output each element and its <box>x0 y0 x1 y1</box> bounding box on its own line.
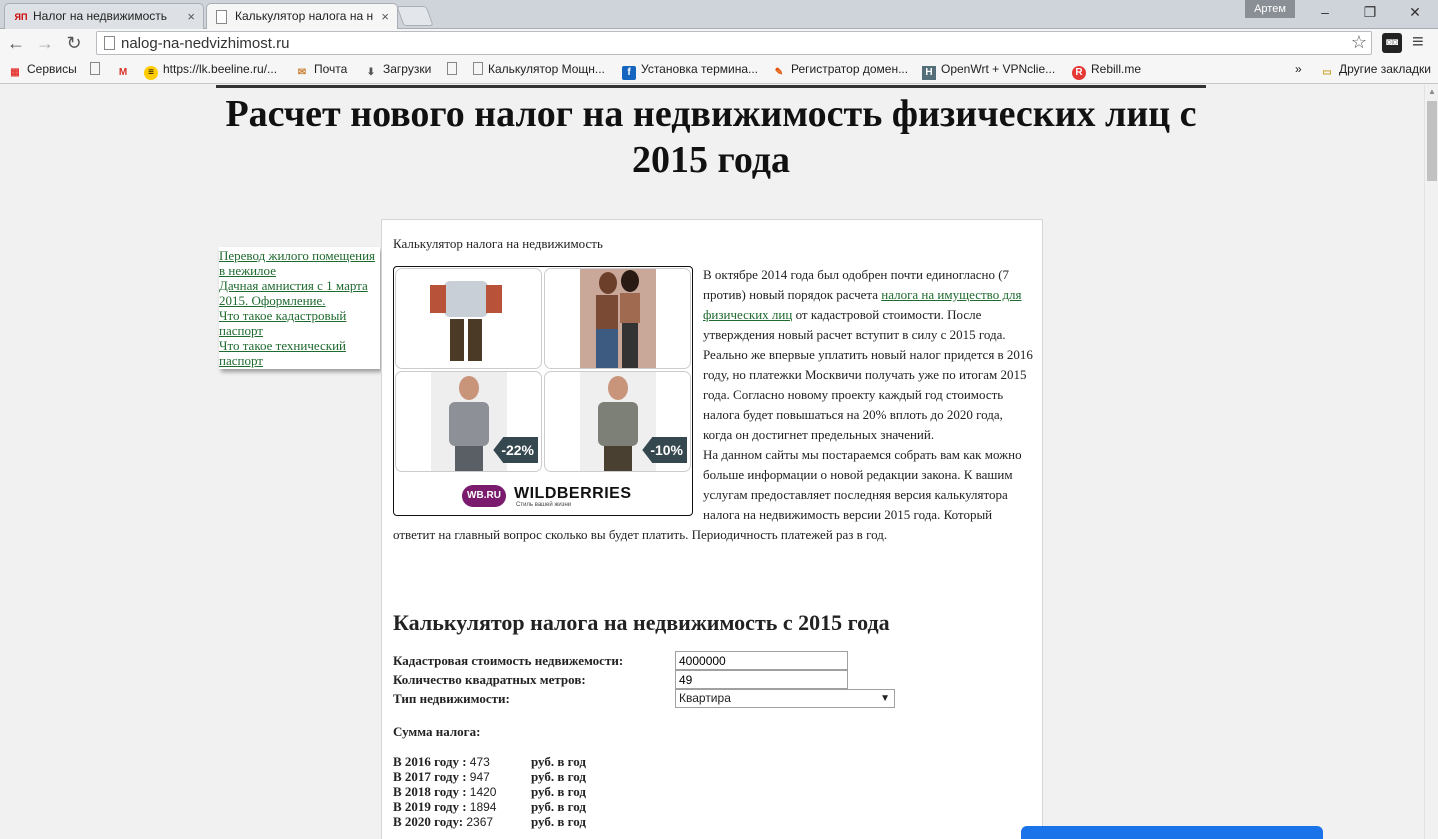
page-icon <box>447 62 457 75</box>
address-bar[interactable]: nalog-na-nedvizhimost.ru ☆ <box>96 31 1372 55</box>
bookmark-registrar[interactable]: ✎ Регистратор домен... <box>772 62 908 80</box>
article-text: от кадастровой стоимости. После утвержде… <box>703 307 1033 442</box>
new-tab-button[interactable] <box>396 6 434 26</box>
reload-icon[interactable]: ↻ <box>63 32 85 54</box>
beeline-icon: ≡ <box>144 66 158 80</box>
kids-outfit-image <box>430 281 502 361</box>
property-type-select[interactable]: Квартира ▼ <box>675 689 895 708</box>
online-chat-widget[interactable] <box>1021 826 1323 839</box>
profile-button[interactable]: Артем <box>1245 0 1295 18</box>
scrollbar-thumb[interactable] <box>1427 101 1437 181</box>
bookmark-page[interactable] <box>90 62 105 76</box>
mail-icon: ✉ <box>297 67 307 78</box>
tab-label: Налог на недвижимость <box>33 9 168 23</box>
bookmark-mail[interactable]: ✉ Почта <box>295 62 348 80</box>
man-sweater-image <box>580 372 656 471</box>
sidebar-link-dacha-amnesty[interactable]: Дачная амнистия с 1 марта 2015. Оформлен… <box>219 278 380 308</box>
bookmark-services[interactable]: ▦ Сервисы <box>8 62 76 80</box>
page-icon <box>104 36 115 50</box>
man-sweater-image <box>431 372 507 471</box>
tax-sum-title: Сумма налога: <box>393 724 481 739</box>
registrar-icon: ✎ <box>774 67 784 78</box>
tab-label: Калькулятор налога на н <box>235 9 374 23</box>
url-text: nalog-na-nedvizhimost.ru <box>121 35 290 52</box>
bookmarks-overflow-button[interactable]: » <box>1295 62 1302 76</box>
year-row: В 2018 году : 1420 руб. в год <box>393 784 586 799</box>
bookmark-openwrt[interactable]: H OpenWrt + VPNclie... <box>922 62 1055 80</box>
extension-icon[interactable]: ◙◙ <box>1382 33 1402 53</box>
folder-icon: ▭ <box>1322 67 1332 78</box>
f-icon: f <box>622 66 636 80</box>
form-row-cadastral: Кадастровая стоимость недвижемости: <box>393 651 913 670</box>
ad-product-kids-outfit[interactable] <box>395 268 542 369</box>
bookmark-rebill[interactable]: R Rebill.me <box>1072 62 1141 80</box>
ad-product-sweater-1[interactable]: -22% <box>395 371 542 472</box>
ad-product-lingerie[interactable] <box>544 268 691 369</box>
lead-text: Калькулятор налога на недвижимость <box>393 236 603 251</box>
bookmark-terminal[interactable]: f Установка термина... <box>622 62 758 80</box>
bookmark-calculator[interactable]: Калькулятор Мощн... <box>473 62 605 76</box>
bookmark-downloads[interactable]: ⬇ Загрузки <box>364 62 432 80</box>
couple-image <box>580 269 656 368</box>
apps-icon: ▦ <box>10 67 20 78</box>
minimize-icon[interactable]: – <box>1310 4 1340 20</box>
sidebar-menu: Перевод жилого помещения в нежилое Дачна… <box>219 247 380 369</box>
cadastral-value-input[interactable] <box>675 651 848 670</box>
page-scrollbar[interactable]: ▲ <box>1424 85 1438 839</box>
h-icon: H <box>922 66 936 80</box>
page-icon <box>473 62 483 75</box>
close-window-icon[interactable]: ✕ <box>1400 4 1430 21</box>
toolbar: ← → ↻ nalog-na-nedvizhimost.ru ☆ ◙◙ ≡ <box>0 29 1438 57</box>
yandex-icon: ЯП <box>14 12 28 22</box>
year-row: В 2019 году : 1894 руб. в год <box>393 799 586 814</box>
year-row: В 2016 году : 473 руб. в год <box>393 754 586 769</box>
page-icon <box>216 10 227 24</box>
year-row: В 2020 году: 2367 руб. в год <box>393 814 586 829</box>
field-label: Количество квадратных метров: <box>393 672 586 687</box>
page-viewport: Расчет нового налог на недвижимость физи… <box>0 85 1424 839</box>
main-content: Калькулятор налога на недвижимость В окт… <box>381 219 1043 839</box>
forward-icon[interactable]: → <box>34 32 56 54</box>
rebill-icon: R <box>1072 66 1086 80</box>
brand-name: WILDBERRIES <box>514 485 632 502</box>
scroll-up-icon[interactable]: ▲ <box>1427 87 1437 96</box>
bookmark-page-2[interactable] <box>447 62 462 76</box>
area-input[interactable] <box>675 670 848 689</box>
ad-product-sweater-2[interactable]: -10% <box>544 371 691 472</box>
other-bookmarks[interactable]: ▭ Другие закладки <box>1320 62 1431 80</box>
bookmark-star-icon[interactable]: ☆ <box>1351 32 1367 53</box>
page-title: Расчет нового налог на недвижимость физи… <box>225 93 1197 181</box>
bookmark-gmail[interactable]: M <box>116 62 135 80</box>
close-icon[interactable]: × <box>381 4 389 29</box>
sidebar-link-cadastral-passport[interactable]: Что такое кадастровый паспорт <box>219 308 380 338</box>
page-icon <box>90 62 100 75</box>
restore-icon[interactable]: ❐ <box>1355 4 1385 21</box>
calculator-title: Калькулятор налога на недвижимость с 201… <box>393 610 890 635</box>
form-row-area: Количество квадратных метров: <box>393 670 913 689</box>
header-bar <box>216 85 1206 88</box>
back-icon[interactable]: ← <box>5 32 27 54</box>
wb-badge: WB.RU <box>462 485 506 507</box>
year-row: В 2017 году : 947 руб. в год <box>393 769 586 784</box>
brand-tagline: Стиль вашей жизни <box>516 502 572 508</box>
close-icon[interactable]: × <box>187 4 195 29</box>
field-label: Кадастровая стоимость недвижемости: <box>393 653 624 668</box>
sidebar-link-technical-passport[interactable]: Что такое технический паспорт <box>219 338 380 368</box>
selected-value: Квартира <box>679 691 731 705</box>
form-row-type: Тип недвижимости: Квартира ▼ <box>393 689 913 708</box>
bookmarks-bar: ▦ Сервисы M ≡ https://lk.beeline.ru/... ✉ П… <box>0 57 1438 84</box>
gmail-icon: M <box>118 67 128 78</box>
tab-strip: ЯП Налог на недвижимость × Калькулятор н… <box>0 0 1438 30</box>
bookmark-beeline[interactable]: ≡ https://lk.beeline.ru/... <box>144 62 277 80</box>
menu-icon[interactable]: ≡ <box>1412 31 1424 54</box>
advertisement-banner[interactable]: ⓘ✕ <box>393 266 693 516</box>
dropdown-arrow-icon: ▼ <box>880 693 890 704</box>
download-icon: ⬇ <box>366 67 376 78</box>
tab-nalog[interactable]: ЯП Налог на недвижимость × <box>4 3 204 29</box>
sidebar-link-residential-conversion[interactable]: Перевод жилого помещения в нежилое <box>219 248 380 278</box>
field-label: Тип недвижимости: <box>393 691 510 706</box>
tab-calculator[interactable]: Калькулятор налога на н × <box>206 3 398 30</box>
